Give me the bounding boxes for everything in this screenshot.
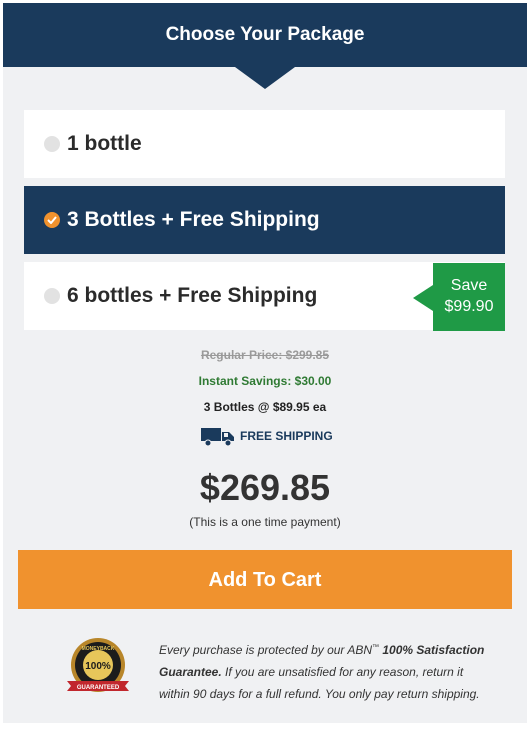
radio-checked-icon[interactable]: [44, 212, 60, 228]
svg-text:MONEYBACK: MONEYBACK: [82, 646, 115, 652]
panel-header: Choose Your Package: [3, 3, 527, 67]
package-option-1-bottle[interactable]: 1 bottle: [24, 110, 505, 178]
free-shipping-row: FREE SHIPPING: [201, 427, 333, 447]
add-to-cart-button[interactable]: Add To Cart: [18, 550, 512, 609]
svg-text:100%: 100%: [85, 661, 111, 672]
guarantee-intro: Every purchase is protected by our ABN: [159, 643, 372, 657]
add-to-cart-label: Add To Cart: [208, 569, 322, 591]
instant-savings: Instant Savings: $30.00: [198, 374, 332, 388]
page-title: Choose Your Package: [165, 24, 365, 45]
total-price: $269.85: [199, 467, 331, 508]
guarantee-text: Every purchase is protected by our ABN™ …: [159, 637, 489, 705]
package-option-label: 1 bottle: [67, 132, 142, 155]
package-option-3-bottles[interactable]: 3 Bottles + Free Shipping: [24, 186, 505, 254]
money-back-seal-icon: 100% MONEYBACK GUARANTEED: [65, 635, 131, 701]
radio-unchecked-icon[interactable]: [44, 136, 60, 152]
free-shipping-label: FREE SHIPPING: [240, 429, 333, 443]
svg-text:GUARANTEED: GUARANTEED: [77, 685, 120, 691]
save-badge-tip: [413, 285, 433, 311]
package-option-label: 3 Bottles + Free Shipping: [67, 208, 320, 231]
truck-icon: [201, 428, 234, 447]
trademark-symbol: ™: [372, 644, 379, 651]
header-pointer: [235, 67, 295, 89]
regular-price: Regular Price: $299.85: [200, 348, 330, 362]
package-panel: Choose Your Package 1 bottle 3 Bottles +…: [3, 3, 527, 723]
radio-unchecked-icon[interactable]: [44, 288, 60, 304]
per-bottle-price: 3 Bottles @ $89.95 ea: [203, 400, 327, 414]
save-badge-amount: $99.90: [444, 298, 494, 315]
check-icon: [47, 216, 57, 224]
package-option-label: 6 bottles + Free Shipping: [67, 284, 318, 307]
save-badge: Save $99.90: [433, 263, 505, 331]
payment-note: (This is a one time payment): [189, 515, 341, 529]
save-badge-label: Save: [450, 277, 488, 294]
